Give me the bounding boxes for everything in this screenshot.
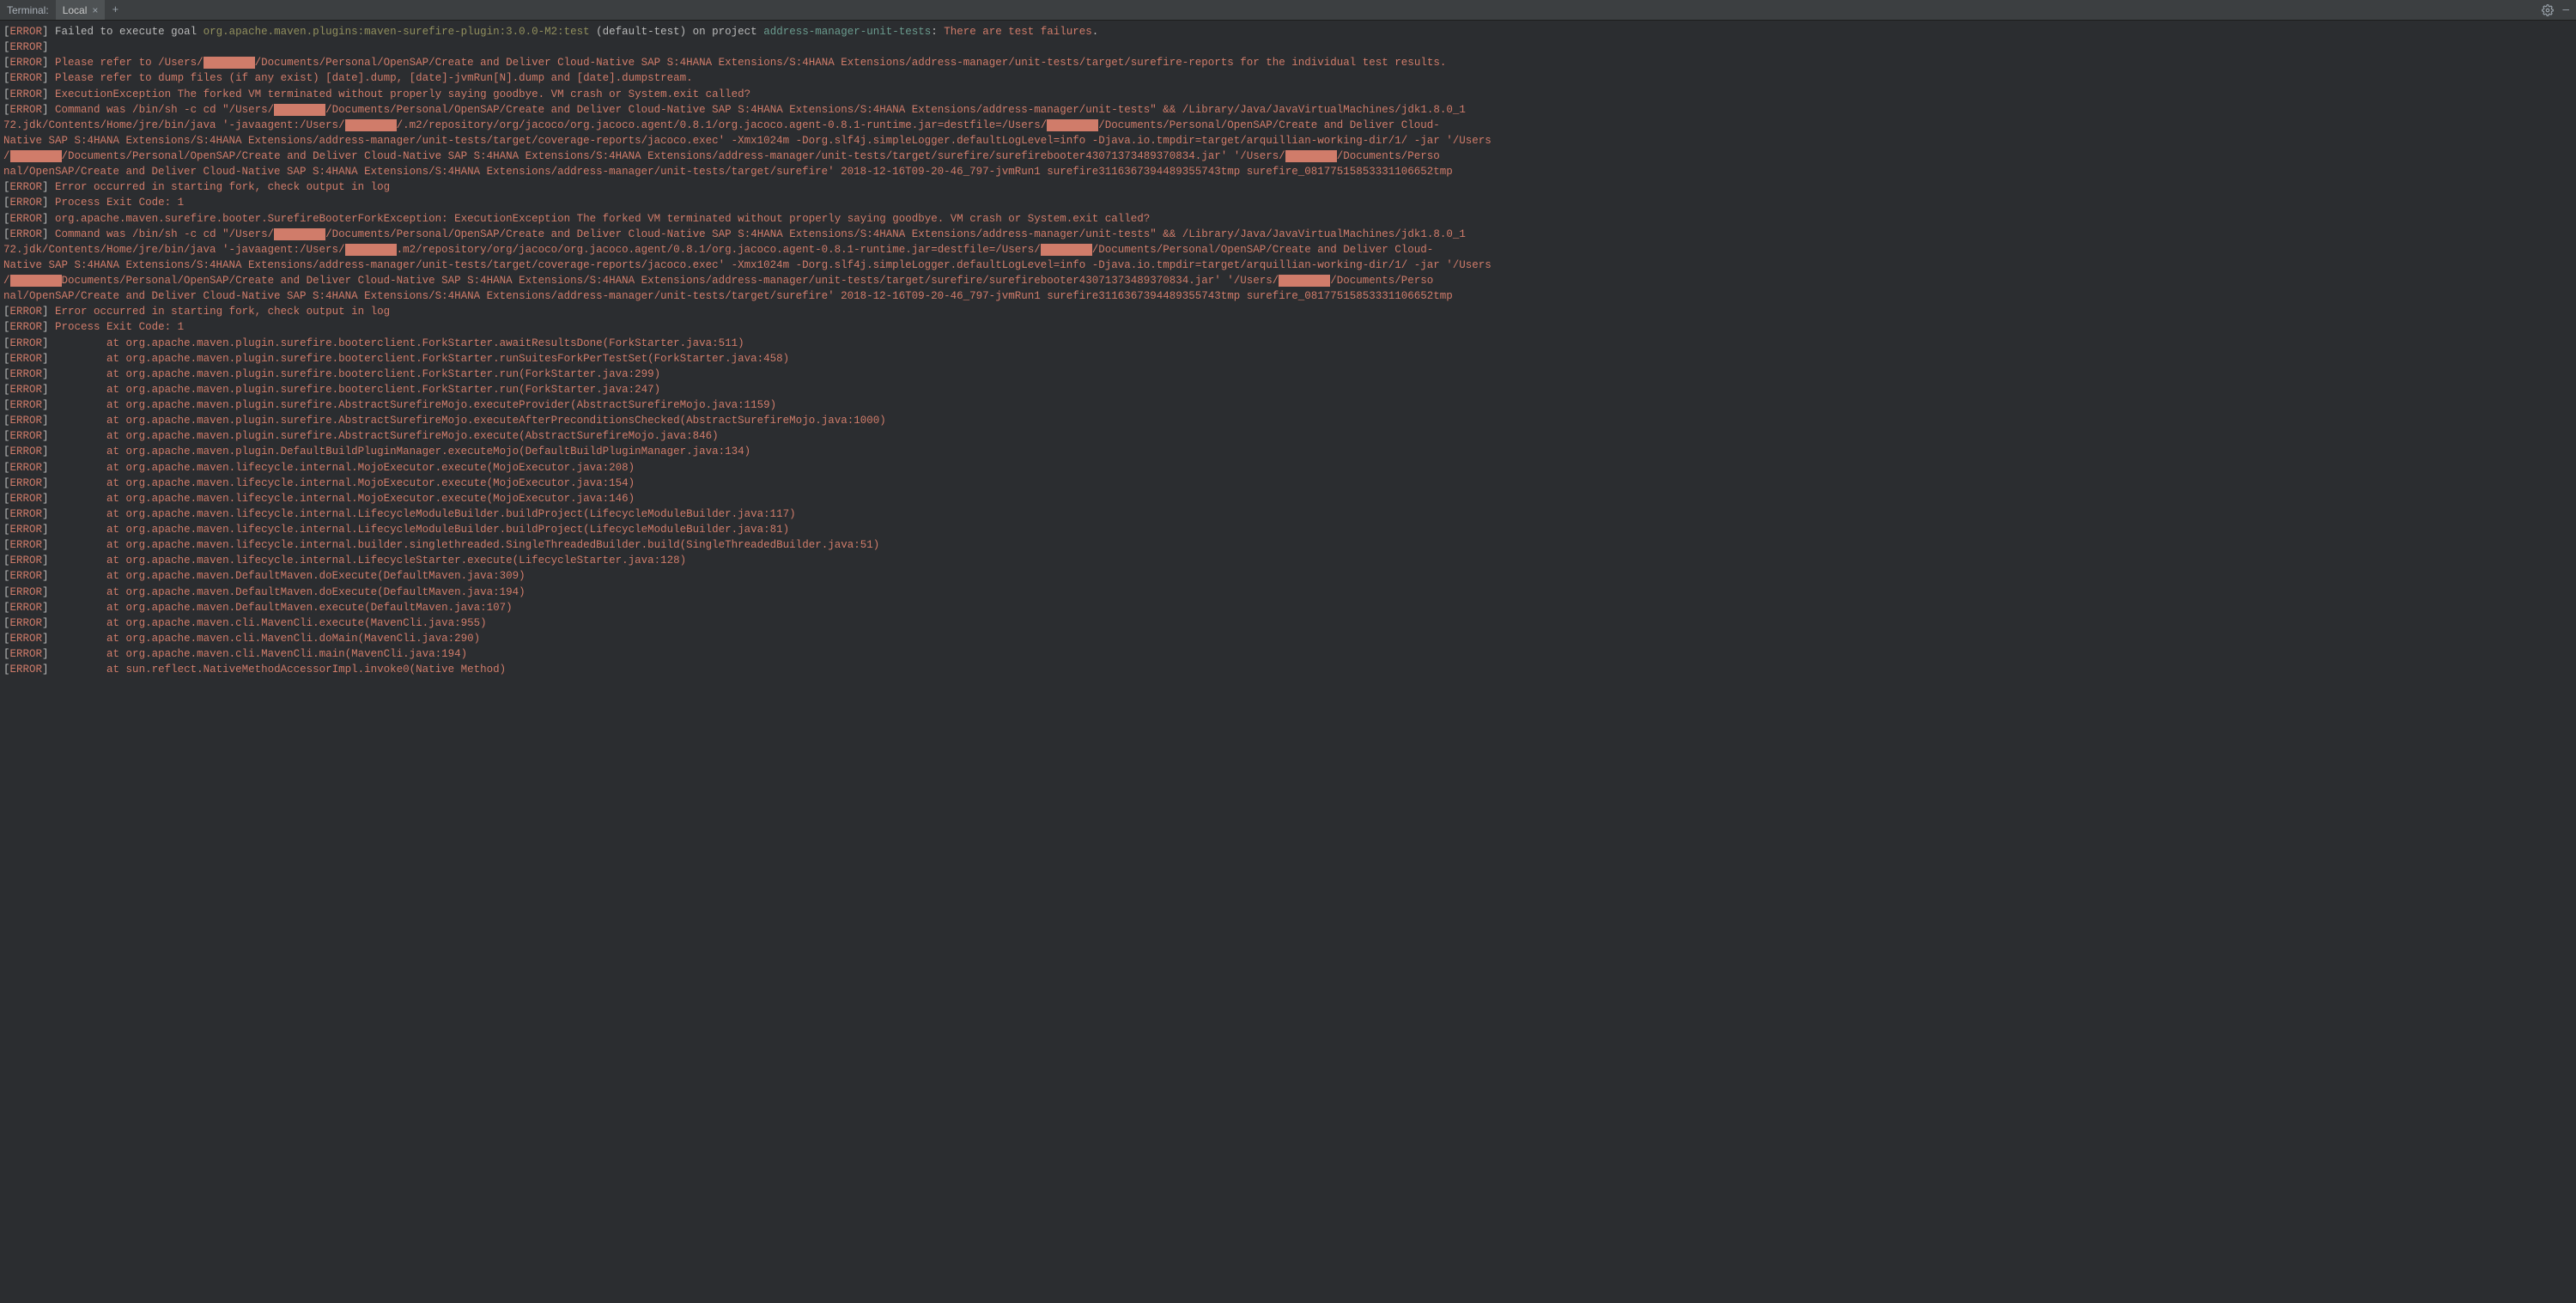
log-line: Native SAP S:4HANA Extensions/S:4HANA Ex…	[3, 258, 2573, 273]
log-line-trace: [ERROR] at org.apache.maven.DefaultMaven…	[3, 568, 2573, 584]
log-line: [ERROR] Please refer to /Users/████████/…	[3, 55, 2573, 70]
terminal-panel: Terminal: Local × + — [ERROR] Failed to …	[0, 0, 2576, 1303]
minimize-icon[interactable]: —	[2562, 4, 2569, 16]
log-line-trace: [ERROR] at org.apache.maven.plugin.suref…	[3, 428, 2573, 444]
log-line: /████████/Documents/Personal/OpenSAP/Cre…	[3, 148, 2573, 164]
log-line: nal/OpenSAP/Create and Deliver Cloud-Nat…	[3, 288, 2573, 304]
log-line: nal/OpenSAP/Create and Deliver Cloud-Nat…	[3, 164, 2573, 179]
log-line-trace: [ERROR] at org.apache.maven.lifecycle.in…	[3, 553, 2573, 568]
close-tab-icon[interactable]: ×	[92, 4, 98, 16]
panel-title: Terminal:	[0, 4, 56, 16]
log-line-trace: [ERROR] at org.apache.maven.lifecycle.in…	[3, 522, 2573, 537]
log-line: [ERROR] Failed to execute goal org.apach…	[3, 24, 2573, 39]
log-line: 72.jdk/Contents/Home/jre/bin/java '-java…	[3, 118, 2573, 133]
log-line: [ERROR] Process Exit Code: 1	[3, 195, 2573, 210]
log-line-trace: [ERROR] at org.apache.maven.plugin.suref…	[3, 336, 2573, 351]
add-tab-button[interactable]: +	[105, 0, 125, 20]
log-line: [ERROR]	[3, 39, 2573, 55]
log-line-trace: [ERROR] at org.apache.maven.lifecycle.in…	[3, 491, 2573, 506]
log-line: Native SAP S:4HANA Extensions/S:4HANA Ex…	[3, 133, 2573, 148]
log-line-trace: [ERROR] at org.apache.maven.lifecycle.in…	[3, 476, 2573, 491]
log-line-trace: [ERROR] at org.apache.maven.cli.MavenCli…	[3, 631, 2573, 646]
log-line-trace: [ERROR] at org.apache.maven.lifecycle.in…	[3, 506, 2573, 522]
log-line-trace: [ERROR] at org.apache.maven.DefaultMaven…	[3, 585, 2573, 600]
log-line-trace: [ERROR] at org.apache.maven.DefaultMaven…	[3, 600, 2573, 615]
log-line: [ERROR] Command was /bin/sh -c cd "/User…	[3, 102, 2573, 118]
log-line: [ERROR] org.apache.maven.surefire.booter…	[3, 211, 2573, 227]
log-line-trace: [ERROR] at org.apache.maven.plugin.suref…	[3, 367, 2573, 382]
log-line-trace: [ERROR] at org.apache.maven.plugin.suref…	[3, 397, 2573, 413]
plus-icon: +	[112, 4, 119, 16]
gear-icon[interactable]	[2542, 4, 2554, 16]
log-line: [ERROR] ExecutionException The forked VM…	[3, 87, 2573, 102]
log-line-trace: [ERROR] at org.apache.maven.cli.MavenCli…	[3, 646, 2573, 662]
log-line-trace: [ERROR] at org.apache.maven.plugin.suref…	[3, 351, 2573, 367]
log-line-trace: [ERROR] at org.apache.maven.lifecycle.in…	[3, 537, 2573, 553]
log-line-trace: [ERROR] at sun.reflect.NativeMethodAcces…	[3, 662, 2573, 677]
terminal-tab-local[interactable]: Local ×	[56, 0, 106, 20]
log-line: /████████Documents/Personal/OpenSAP/Crea…	[3, 273, 2573, 288]
log-line: [ERROR] Please refer to dump files (if a…	[3, 70, 2573, 86]
tab-label: Local	[63, 4, 88, 16]
log-line: [ERROR] Error occurred in starting fork,…	[3, 304, 2573, 319]
log-line: [ERROR] Process Exit Code: 1	[3, 319, 2573, 335]
log-line-trace: [ERROR] at org.apache.maven.lifecycle.in…	[3, 460, 2573, 476]
log-line-trace: [ERROR] at org.apache.maven.plugin.suref…	[3, 413, 2573, 428]
terminal-output[interactable]: [ERROR] Failed to execute goal org.apach…	[0, 21, 2576, 1303]
log-line-trace: [ERROR] at org.apache.maven.cli.MavenCli…	[3, 615, 2573, 631]
terminal-header: Terminal: Local × + —	[0, 0, 2576, 21]
header-actions: —	[2535, 4, 2576, 16]
log-line-trace: [ERROR] at org.apache.maven.plugin.Defau…	[3, 444, 2573, 459]
log-line: 72.jdk/Contents/Home/jre/bin/java '-java…	[3, 242, 2573, 258]
log-line-trace: [ERROR] at org.apache.maven.plugin.suref…	[3, 382, 2573, 397]
log-line: [ERROR] Command was /bin/sh -c cd "/User…	[3, 227, 2573, 242]
log-line: [ERROR] Error occurred in starting fork,…	[3, 179, 2573, 195]
